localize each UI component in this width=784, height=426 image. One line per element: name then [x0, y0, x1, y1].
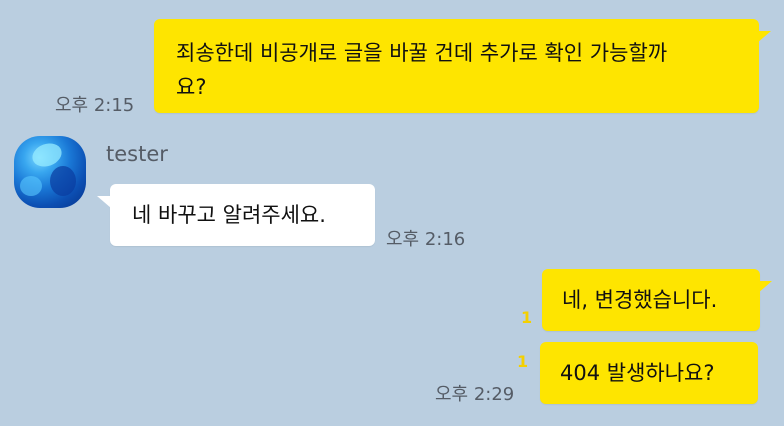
message-text: 네, 변경했습니다.: [562, 288, 718, 312]
chat-area: 죄송한데 비공개로 글을 바꿀 건데 추가로 확인 가능할까 요? 오후 2:1…: [0, 0, 784, 426]
message-text: 404 발생하나요?: [560, 361, 715, 385]
message-bubble[interactable]: 네, 변경했습니다.: [542, 269, 760, 331]
message-line-1: 죄송한데 비공개로 글을 바꿀 건데 추가로 확인 가능할까: [176, 41, 668, 65]
message-time: 오후 2:16: [386, 229, 466, 250]
unread-count: 1: [521, 308, 533, 327]
message-time: 오후 2:29: [435, 384, 515, 405]
message-text: 네 바꾸고 알려주세요.: [132, 203, 326, 227]
message-time: 오후 2:15: [55, 95, 135, 116]
bubble-tail: [758, 281, 772, 293]
bubble-tail: [757, 31, 771, 43]
message-line-2: 요?: [176, 75, 207, 99]
unread-count: 1: [517, 352, 529, 371]
bubble-tail: [97, 196, 111, 208]
avatar[interactable]: [14, 136, 86, 208]
message-bubble[interactable]: 네 바꾸고 알려주세요.: [110, 184, 375, 246]
message-bubble[interactable]: 404 발생하나요?: [540, 342, 758, 404]
sender-name: tester: [106, 142, 168, 166]
message-bubble[interactable]: 죄송한데 비공개로 글을 바꿀 건데 추가로 확인 가능할까 요?: [154, 19, 759, 113]
